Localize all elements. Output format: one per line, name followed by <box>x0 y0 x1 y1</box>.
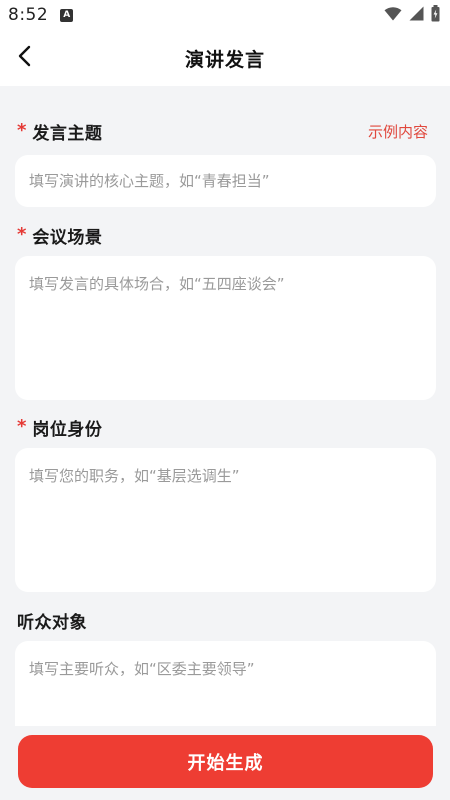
field-label-scene: * 会议场景 <box>17 222 428 248</box>
label-position: 岗位身份 <box>32 419 103 440</box>
chevron-left-icon <box>17 45 31 71</box>
topic-input[interactable] <box>15 155 436 207</box>
notification-badge-icon: A <box>60 8 74 22</box>
required-mark: * <box>17 120 27 141</box>
scene-input[interactable] <box>15 256 436 400</box>
battery-icon <box>431 4 440 26</box>
field-label-audience: 听众对象 <box>17 607 428 633</box>
status-icons <box>384 4 440 26</box>
signal-icon <box>409 6 424 25</box>
label-topic: 发言主题 <box>32 123 103 144</box>
start-generate-button[interactable]: 开始生成 <box>18 735 433 788</box>
position-input[interactable] <box>15 448 436 592</box>
speech-form: * 发言主题 示例内容 * 会议场景 * 岗位身份 听众对象 <box>0 86 450 726</box>
label-audience: 听众对象 <box>17 612 87 633</box>
wifi-icon <box>384 6 402 25</box>
status-bar: 8:52 A <box>0 0 450 30</box>
screen: 8:52 A 演讲发言 * 发言主题 示例内容 填写演讲的核心主题，如“青春担当… <box>0 0 450 800</box>
field-label-position: * 岗位身份 <box>17 414 428 440</box>
app-bar: 演讲发言 <box>0 30 450 86</box>
status-time: 8:52 <box>8 5 49 25</box>
back-button[interactable] <box>6 40 42 76</box>
page-title: 演讲发言 <box>184 48 265 71</box>
required-mark: * <box>17 224 27 245</box>
bottom-bar: 开始生成 <box>0 726 450 800</box>
example-content-link[interactable]: 示例内容 <box>368 121 428 142</box>
required-mark: * <box>17 416 27 437</box>
audience-input[interactable] <box>15 641 436 726</box>
label-scene: 会议场景 <box>32 227 103 248</box>
field-label-topic: * 发言主题 示例内容 <box>17 118 428 144</box>
